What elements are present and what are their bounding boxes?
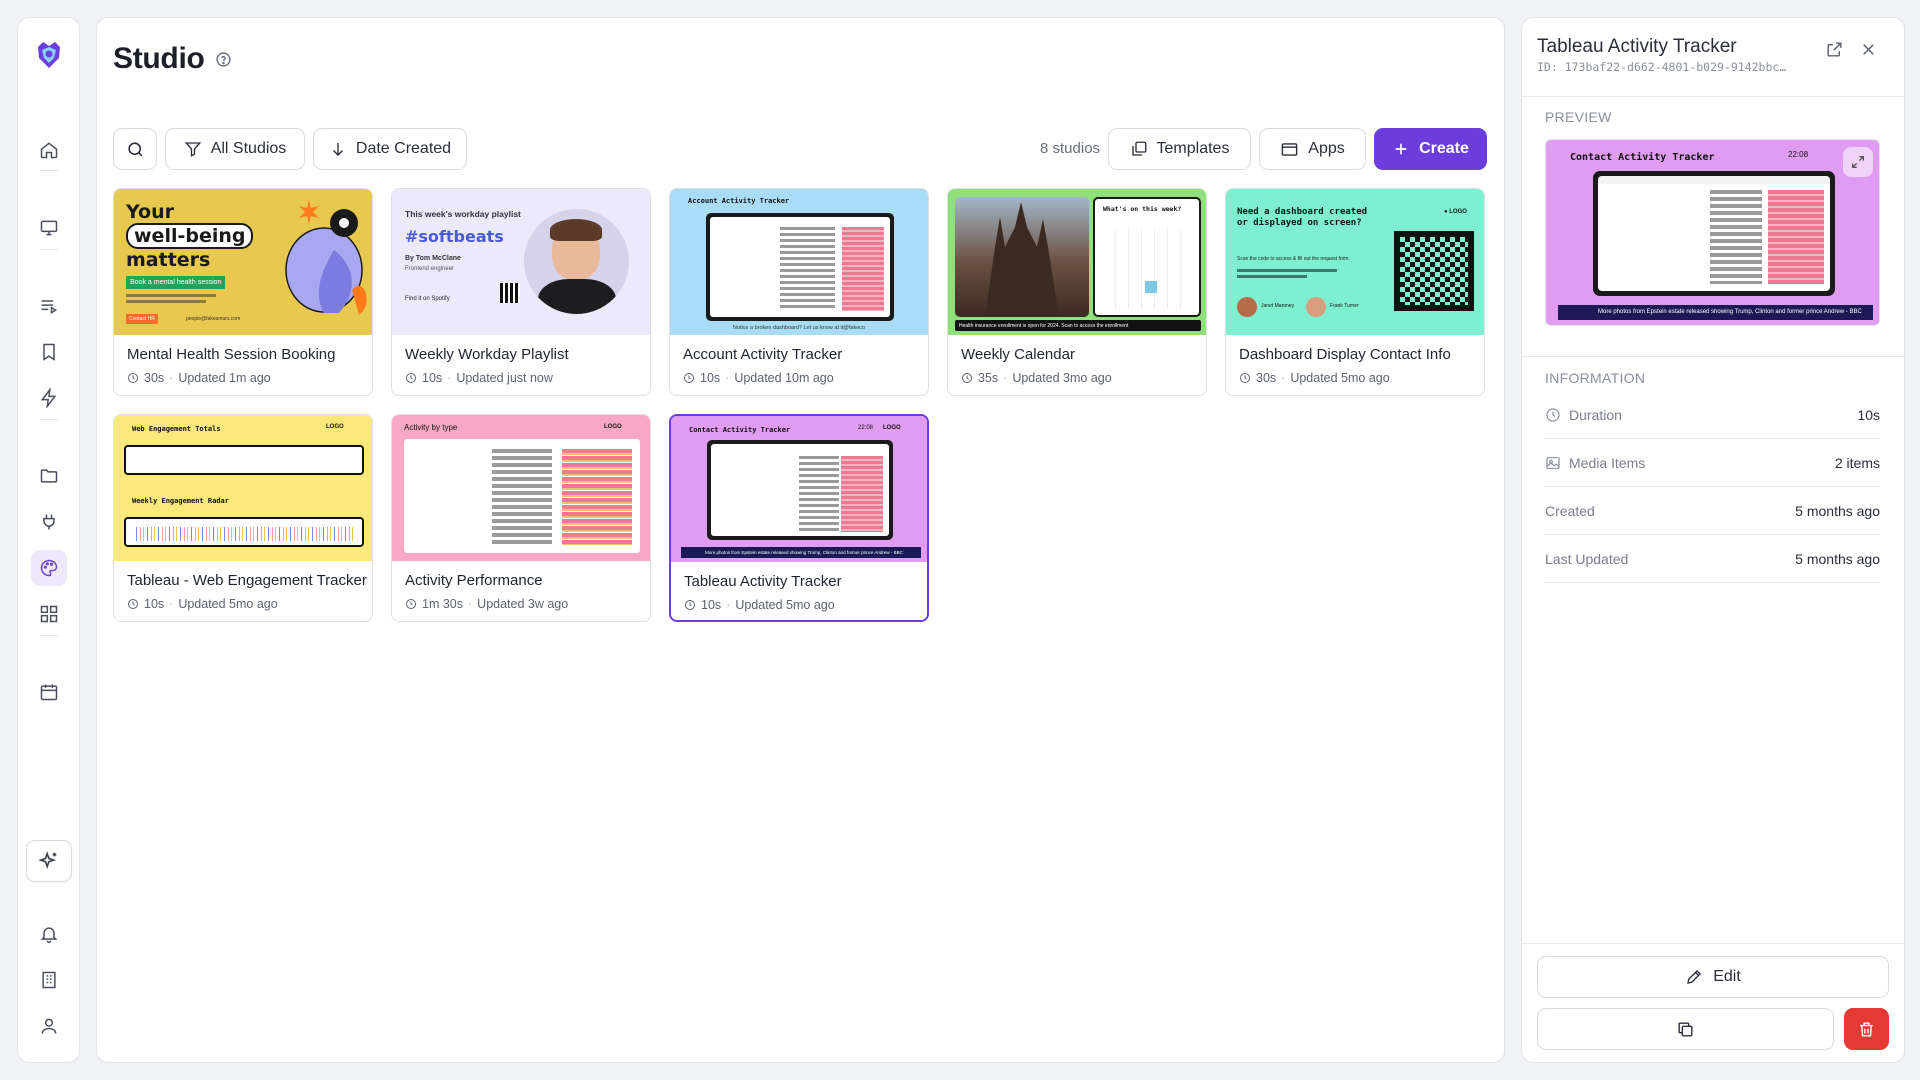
nav-rail — [17, 17, 80, 1063]
page-title: Studio — [113, 42, 232, 76]
user-icon[interactable] — [31, 1008, 67, 1044]
card-meta: 30s · Updated 5mo ago — [1239, 371, 1390, 385]
playlist-icon[interactable] — [31, 288, 67, 324]
home-icon[interactable] — [31, 132, 67, 168]
clock-icon — [961, 372, 973, 384]
clock-icon — [683, 372, 695, 384]
plug-icon[interactable] — [31, 504, 67, 540]
open-external-icon[interactable] — [1825, 40, 1844, 64]
arrow-down-icon — [329, 140, 347, 158]
studio-main: Studio All Studios Date Created 8 studio… — [96, 17, 1505, 1063]
copy-icon — [1676, 1020, 1695, 1039]
delete-button[interactable] — [1844, 1008, 1889, 1050]
thumbnail: Need a dashboard created or displayed on… — [1226, 189, 1484, 335]
thumbnail: Account Activity Tracker Notice a broken… — [670, 189, 928, 335]
search-button[interactable] — [113, 128, 157, 170]
folder-icon[interactable] — [31, 458, 67, 494]
studio-count: 8 studios — [1040, 140, 1101, 157]
studio-card[interactable]: What's on this week? Health insurance en… — [947, 188, 1207, 396]
clock-icon — [405, 598, 417, 610]
card-meta: 10s · Updated 5mo ago — [684, 598, 835, 612]
clock-icon — [127, 598, 139, 610]
expand-icon[interactable] — [1843, 147, 1873, 177]
thumbnail: Activity by type LOGO — [392, 415, 650, 561]
image-icon — [1545, 455, 1561, 471]
search-icon — [126, 140, 145, 159]
ai-sparkle-button[interactable] — [26, 840, 72, 882]
preview-image[interactable]: Contact Activity Tracker 22:08 More phot… — [1545, 139, 1880, 326]
edit-button[interactable]: Edit — [1537, 956, 1889, 998]
sort-button[interactable]: Date Created — [313, 128, 467, 170]
templates-button[interactable]: Templates — [1108, 128, 1251, 170]
screens-icon[interactable] — [31, 210, 67, 246]
create-button[interactable]: Create — [1374, 128, 1487, 170]
card-meta: 10s · Updated 10m ago — [683, 371, 834, 385]
filter-button[interactable]: All Studios — [165, 128, 305, 170]
apps-button[interactable]: Apps — [1259, 128, 1366, 170]
info-row-created: Created 5 months ago — [1545, 487, 1880, 535]
building-icon[interactable] — [31, 962, 67, 998]
thumbnail: This week's workday playlist #softbeats … — [392, 189, 650, 335]
studio-card[interactable]: Your well-being matters Book a mental he… — [113, 188, 373, 396]
panel-title: Tableau Activity Tracker — [1537, 36, 1737, 57]
lightning-icon[interactable] — [31, 380, 67, 416]
card-meta: 10s · Updated just now — [405, 371, 553, 385]
window-icon — [1280, 140, 1299, 159]
thumbnail: Web Engagement Totals LOGO Weekly Engage… — [114, 415, 372, 561]
duplicate-button[interactable] — [1537, 1008, 1834, 1050]
info-row-updated: Last Updated 5 months ago — [1545, 535, 1880, 583]
pencil-icon — [1685, 968, 1703, 986]
bookmark-icon[interactable] — [31, 334, 67, 370]
bell-icon[interactable] — [31, 916, 67, 952]
information-label: INFORMATION — [1545, 370, 1646, 386]
app-logo[interactable] — [32, 38, 66, 72]
clock-icon — [684, 599, 696, 611]
details-panel: Tableau Activity Tracker ID: 173baf22-d6… — [1521, 17, 1905, 1063]
filter-icon — [184, 140, 202, 158]
help-icon[interactable] — [215, 51, 232, 68]
trash-icon — [1857, 1020, 1876, 1039]
clock-icon — [127, 372, 139, 384]
studio-card[interactable]: This week's workday playlist #softbeats … — [391, 188, 651, 396]
studio-card[interactable]: Activity by type LOGO Activity Performan… — [391, 414, 651, 622]
studio-card[interactable]: Need a dashboard created or displayed on… — [1225, 188, 1485, 396]
thumbnail: What's on this week? Health insurance en… — [948, 189, 1206, 335]
palette-icon[interactable] — [31, 550, 67, 586]
studio-card-selected[interactable]: Contact Activity Tracker 22:08 LOGO More… — [669, 414, 929, 622]
studio-id: ID: 173baf22-d662-4801-b029-9142bbc… — [1537, 60, 1787, 74]
info-row-media: Media Items 2 items — [1545, 439, 1880, 487]
clock-icon — [1545, 407, 1561, 423]
card-meta: 35s · Updated 3mo ago — [961, 371, 1112, 385]
thumbnail: Your well-being matters Book a mental he… — [114, 189, 372, 335]
studio-card[interactable]: Web Engagement Totals LOGO Weekly Engage… — [113, 414, 373, 622]
clock-icon — [405, 372, 417, 384]
preview-label: PREVIEW — [1545, 109, 1612, 125]
info-row-duration: Duration 10s — [1545, 391, 1880, 439]
plus-icon — [1392, 140, 1410, 158]
close-icon[interactable] — [1859, 40, 1878, 64]
thumbnail: Contact Activity Tracker 22:08 LOGO More… — [671, 416, 927, 562]
templates-icon — [1130, 140, 1148, 158]
card-meta: 30s · Updated 1m ago — [127, 371, 271, 385]
clock-icon — [1239, 372, 1251, 384]
calendar-icon[interactable] — [31, 674, 67, 710]
dashboard-icon[interactable] — [31, 596, 67, 632]
card-meta: 1m 30s · Updated 3w ago — [405, 597, 568, 611]
card-meta: 10s · Updated 5mo ago — [127, 597, 278, 611]
studio-card[interactable]: Account Activity Tracker Notice a broken… — [669, 188, 929, 396]
